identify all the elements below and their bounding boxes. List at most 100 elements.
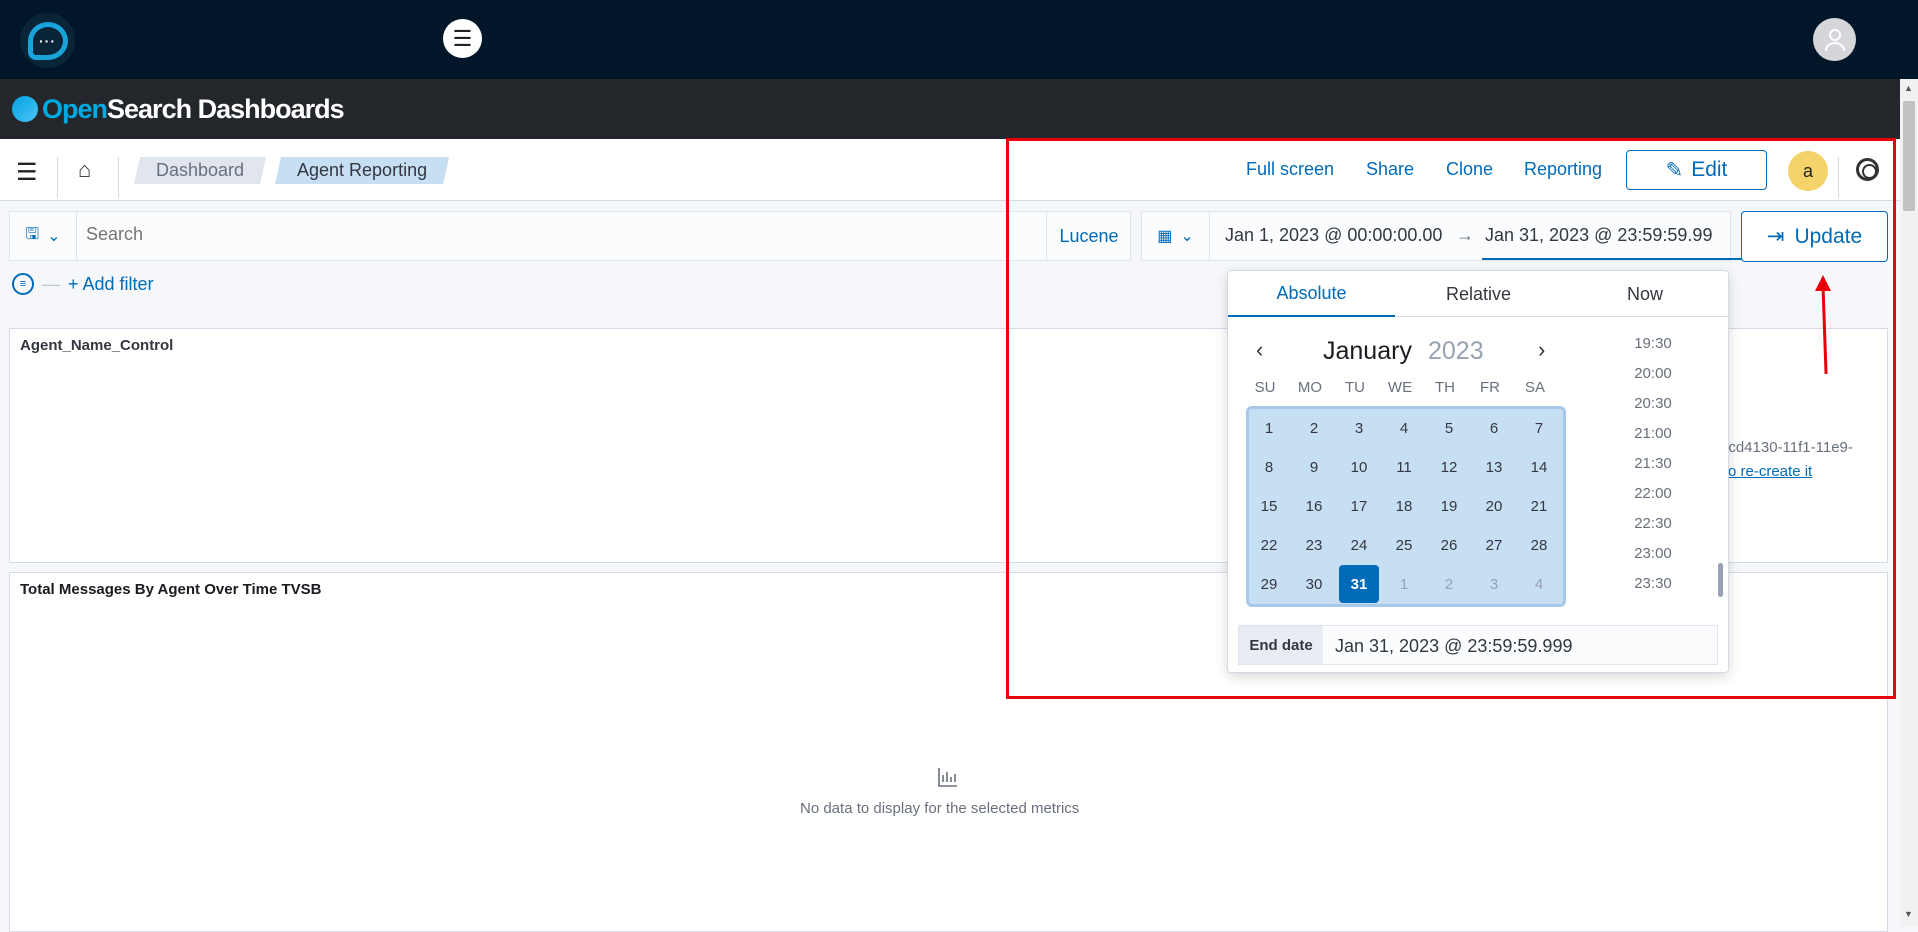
calendar-day[interactable]: 1 <box>1384 565 1424 603</box>
calendar-day[interactable]: 10 <box>1339 448 1379 486</box>
end-date[interactable]: Jan 31, 2023 @ 23:59:59.99 <box>1482 212 1742 260</box>
brand-bar: Open Search Dashboards <box>0 79 1900 139</box>
breadcrumb-dashboard[interactable]: Dashboard <box>134 157 266 184</box>
weekday-label: TU <box>1345 379 1365 396</box>
calendar-day[interactable]: 28 <box>1519 526 1559 564</box>
calendar-day[interactable]: 4 <box>1519 565 1559 603</box>
scroll-down-icon[interactable]: ▼ <box>1904 909 1913 919</box>
calendar-day[interactable]: 20 <box>1474 487 1514 525</box>
tab-relative[interactable]: Relative <box>1395 271 1562 317</box>
help-icon[interactable] <box>1856 158 1879 181</box>
next-month-icon[interactable]: › <box>1538 337 1545 363</box>
time-option[interactable]: 23:30 <box>1598 575 1708 592</box>
date-popover: Absolute Relative Now ‹ January 2023 › S… <box>1227 270 1729 673</box>
full-screen-link[interactable]: Full screen <box>1246 159 1334 180</box>
calendar-day[interactable]: 24 <box>1339 526 1379 564</box>
edit-label: Edit <box>1691 158 1728 181</box>
calendar-day[interactable]: 26 <box>1429 526 1469 564</box>
app-logo[interactable]: ··· <box>20 13 75 68</box>
calendar-day[interactable]: 19 <box>1429 487 1469 525</box>
calendar-day[interactable]: 5 <box>1429 409 1469 447</box>
calendar-day[interactable]: 4 <box>1384 409 1424 447</box>
arrow-right-icon: → <box>1456 225 1474 245</box>
chat-bubble-logo-icon: ··· <box>27 21 68 60</box>
time-option[interactable]: 23:00 <box>1598 545 1708 562</box>
chart-icon <box>937 766 959 794</box>
weekday-label: WE <box>1387 379 1413 396</box>
calendar-day[interactable]: 21 <box>1519 487 1559 525</box>
start-date[interactable]: Jan 1, 2023 @ 00:00:00.00 <box>1225 225 1442 246</box>
reporting-link[interactable]: Reporting <box>1524 159 1602 180</box>
edit-button[interactable]: ✎ Edit <box>1626 150 1767 190</box>
search-input[interactable] <box>86 224 986 245</box>
chevron-down-icon: ⌄ <box>47 228 61 245</box>
error-id: 3cd4130-11f1-11e9- <box>1720 439 1853 456</box>
end-date-label: End date <box>1239 626 1323 664</box>
brand-name-open: Open <box>42 93 108 124</box>
calendar-day[interactable]: 30 <box>1294 565 1334 603</box>
clone-link[interactable]: Clone <box>1446 159 1493 180</box>
recreate-link[interactable]: o re-create it <box>1728 463 1812 480</box>
time-option[interactable]: 22:00 <box>1598 485 1708 502</box>
month-label[interactable]: January <box>1323 337 1412 366</box>
calendar-day[interactable]: 16 <box>1294 487 1334 525</box>
end-date-input[interactable]: Jan 31, 2023 @ 23:59:59.999 <box>1335 636 1572 657</box>
calendar-day[interactable]: 17 <box>1339 487 1379 525</box>
time-option[interactable]: 21:30 <box>1598 455 1708 472</box>
tab-absolute[interactable]: Absolute <box>1228 271 1395 317</box>
weekday-label: FR <box>1480 379 1500 396</box>
scrollbar-thumb[interactable] <box>1903 101 1915 211</box>
time-option[interactable]: 22:30 <box>1598 515 1708 532</box>
update-label: Update <box>1794 224 1863 248</box>
time-option[interactable]: 20:00 <box>1598 365 1708 382</box>
scroll-up-icon[interactable]: ▲ <box>1904 83 1913 93</box>
calendar-day[interactable]: 6 <box>1474 409 1514 447</box>
weekday-label: MO <box>1297 379 1323 396</box>
time-option[interactable]: 21:00 <box>1598 425 1708 442</box>
calendar-day[interactable]: 27 <box>1474 526 1514 564</box>
share-link[interactable]: Share <box>1366 159 1414 180</box>
calendar-day[interactable]: 3 <box>1339 409 1379 447</box>
calendar-day[interactable]: 13 <box>1474 448 1514 486</box>
calendar-day[interactable]: 1 <box>1249 409 1289 447</box>
calendar-day[interactable]: 14 <box>1519 448 1559 486</box>
time-scrollbar[interactable] <box>1718 563 1723 597</box>
calendar-day[interactable]: 7 <box>1519 409 1559 447</box>
calendar-day[interactable]: 11 <box>1384 448 1424 486</box>
time-option[interactable]: 20:30 <box>1598 395 1708 412</box>
previous-month-icon[interactable]: ‹ <box>1256 337 1263 363</box>
home-icon[interactable]: ⌂ <box>78 157 91 183</box>
hamburger-menu-icon[interactable]: ☰ <box>16 158 38 187</box>
calendar-day[interactable]: 2 <box>1294 409 1334 447</box>
calendar-day[interactable]: 18 <box>1384 487 1424 525</box>
tab-now[interactable]: Now <box>1562 271 1728 317</box>
calendar-day[interactable]: 12 <box>1429 448 1469 486</box>
time-option[interactable]: 19:30 <box>1598 335 1708 352</box>
calendar-day[interactable]: 9 <box>1294 448 1334 486</box>
avatar[interactable]: a <box>1788 151 1828 191</box>
brand-name-rest: Search Dashboards <box>107 93 345 124</box>
divider <box>118 157 119 198</box>
menu-icon[interactable]: ☰ <box>443 19 482 58</box>
weekday-label: SA <box>1524 379 1545 396</box>
calendar-day[interactable]: 2 <box>1429 565 1469 603</box>
query-language-button[interactable]: Lucene <box>1046 212 1131 260</box>
calendar-day[interactable]: 3 <box>1474 565 1514 603</box>
calendar-day[interactable]: 23 <box>1294 526 1334 564</box>
filter-icon[interactable]: ≡ <box>12 273 34 295</box>
update-button[interactable]: ⇥ Update <box>1741 211 1888 262</box>
quick-menu-button[interactable]: ▦ ⌄ <box>1142 212 1210 260</box>
saved-query-button[interactable]: 🖫 ⌄ <box>10 212 77 260</box>
add-filter-link[interactable]: + Add filter <box>68 274 154 295</box>
dashboard-nav: ☰ ⌂ Dashboard Agent Reporting Full scree… <box>0 139 1900 201</box>
year-label[interactable]: 2023 <box>1428 337 1484 366</box>
user-icon[interactable] <box>1813 18 1856 61</box>
calendar-day[interactable]: 8 <box>1249 448 1289 486</box>
calendar-day[interactable]: 15 <box>1249 487 1289 525</box>
page-scrollbar[interactable]: ▲ ▼ <box>1900 79 1918 927</box>
calendar-day[interactable]: 25 <box>1384 526 1424 564</box>
calendar-day[interactable]: 31 <box>1339 565 1379 603</box>
calendar-day[interactable]: 22 <box>1249 526 1289 564</box>
date-range-picker: ▦ ⌄ Jan 1, 2023 @ 00:00:00.00 → Jan 31, … <box>1141 211 1742 261</box>
calendar-day[interactable]: 29 <box>1249 565 1289 603</box>
